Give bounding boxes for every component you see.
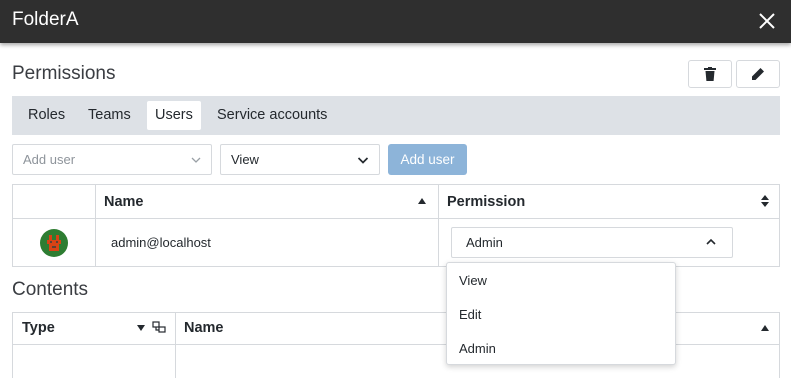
chevron-down-icon bbox=[357, 157, 369, 164]
tab-teams[interactable]: Teams bbox=[80, 101, 139, 130]
column-header-type[interactable]: Type bbox=[22, 320, 55, 336]
tab-roles[interactable]: Roles bbox=[20, 101, 73, 130]
contents-heading: Contents bbox=[12, 279, 89, 300]
option-view[interactable]: View bbox=[459, 273, 487, 288]
option-admin[interactable]: Admin bbox=[459, 341, 496, 356]
user-avatar-icon bbox=[40, 229, 68, 257]
drawer-title: FolderA bbox=[12, 9, 79, 30]
sort-ascending-icon[interactable] bbox=[761, 325, 769, 331]
delete-button[interactable] bbox=[688, 60, 732, 88]
pencil-icon bbox=[752, 68, 764, 80]
option-edit[interactable]: Edit bbox=[459, 307, 481, 322]
permission-level-select[interactable]: View bbox=[220, 144, 380, 175]
user-permission-value: Admin bbox=[466, 235, 503, 250]
sort-ascending-icon[interactable] bbox=[418, 198, 426, 204]
add-user-select[interactable]: Add user bbox=[12, 144, 212, 175]
drawer-header: FolderA bbox=[0, 0, 791, 43]
permission-level-value: View bbox=[231, 152, 259, 167]
edit-button[interactable] bbox=[736, 60, 780, 88]
tab-service-accounts[interactable]: Service accounts bbox=[209, 101, 335, 130]
sort-icon[interactable] bbox=[761, 195, 769, 207]
permissions-table: Name Permission admin@localhost Admin bbox=[12, 184, 780, 267]
chevron-up-icon bbox=[706, 238, 716, 245]
column-header-name[interactable]: Name bbox=[184, 320, 224, 336]
permission-dropdown-menu: View Edit Admin bbox=[446, 262, 676, 365]
avatar bbox=[40, 229, 68, 257]
add-user-placeholder: Add user bbox=[23, 152, 76, 167]
column-header-permission[interactable]: Permission bbox=[447, 194, 525, 210]
user-name: admin@localhost bbox=[111, 235, 211, 250]
close-icon[interactable] bbox=[757, 11, 777, 31]
trash-icon bbox=[704, 67, 716, 81]
permission-tabs: Roles Teams Users Service accounts bbox=[12, 96, 780, 135]
permissions-heading: Permissions bbox=[12, 63, 116, 84]
column-header-name[interactable]: Name bbox=[104, 194, 144, 210]
add-user-button[interactable]: Add user bbox=[388, 144, 467, 175]
group-icon[interactable] bbox=[152, 321, 166, 333]
tab-users[interactable]: Users bbox=[147, 101, 201, 130]
user-permission-select[interactable]: Admin bbox=[451, 227, 733, 258]
chevron-down-icon bbox=[191, 157, 201, 163]
sort-descending-icon[interactable] bbox=[137, 325, 145, 331]
